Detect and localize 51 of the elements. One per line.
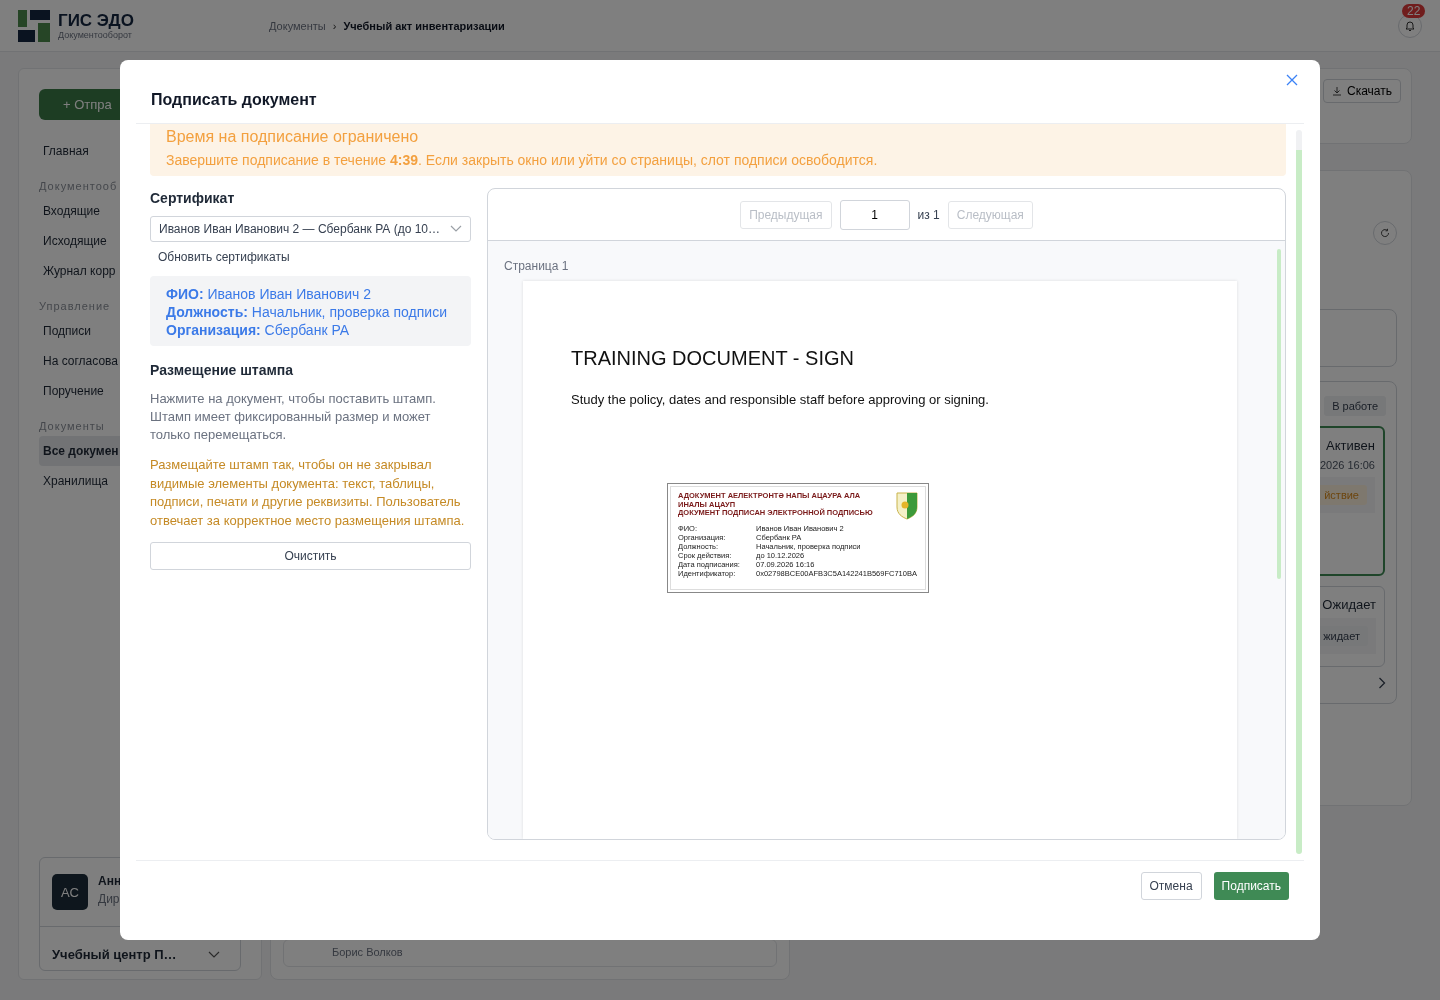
page-input[interactable]: 1 (839, 199, 910, 230)
signature-stamp[interactable] (667, 483, 929, 593)
bell-icon (1404, 19, 1416, 32)
sidebar-section-label: Документооб (39, 180, 118, 192)
refresh-certificates-link[interactable]: Обновить сертификаты (150, 242, 471, 264)
logo-icon (18, 9, 50, 42)
refresh-button[interactable] (1373, 221, 1397, 245)
warning-text: Завершите подписание в течение 4:39. Если закрыть окно или уйти со страницы, слот подписи освободится. (166, 152, 879, 168)
sign-button[interactable]: Подписать (1213, 872, 1289, 900)
status-tag: В работе (1324, 396, 1386, 416)
notification-badge: 22 (1402, 3, 1426, 18)
step-status: Ожидает (1322, 597, 1376, 612)
clear-button[interactable]: Очистить (150, 542, 471, 570)
warning-title: Время на подписание ограничено (166, 128, 420, 146)
signer-info-line: Организация: Сбербанк РА (166, 322, 351, 338)
download-button[interactable]: Скачать (1323, 79, 1401, 103)
page-total: из 1 (917, 207, 940, 222)
step-status: Активен (1326, 438, 1375, 453)
shield-icon (896, 492, 918, 520)
refresh-icon (1380, 228, 1390, 238)
document-title: TRAINING DOCUMENT - SIGN (571, 347, 855, 370)
sidebar-section-label: Документы (39, 420, 105, 432)
stamp-hint: Нажмите на документ, чтобы поставить штамп. Штамп имеет фиксированный размер и может только перемещаться. (150, 390, 437, 444)
stamp-placement-heading: Размещение штампа (150, 362, 295, 378)
user-avatar: АС (52, 874, 88, 910)
signer-info-line: Должность: Начальник, проверка подписи (166, 304, 448, 320)
stamp-warning: Размещайте штамп так, чтобы он не закрывал видимые элементы документа: текст, таблицы, подписи, печати и другие реквизиты. Пользователь отвечает за корректное место размещения штампа. (150, 456, 466, 530)
cancel-button[interactable]: Отмена (1140, 872, 1202, 900)
sidebar-section-label: Управление (39, 300, 111, 312)
breadcrumb-current: Учебный акт инвентаризации (343, 19, 505, 32)
dialog-title: Подписать документ (151, 90, 317, 109)
organization-select[interactable]: Учебный центр П… (40, 927, 240, 970)
chevron-down-icon (208, 950, 220, 959)
scroll-bar[interactable] (1277, 249, 1281, 579)
user-name: Анн (98, 874, 122, 888)
certificate-heading: Сертификат (150, 190, 236, 206)
document-text: Study the policy, dates and responsible staff before approving or signing. (571, 392, 990, 407)
signer-name: Борис Волков (332, 946, 403, 958)
step-date: .2026 16:06 (1316, 459, 1375, 471)
user-role: Дир (98, 892, 121, 906)
signer-info-line: ФИО: Иванов Иван Иванович 2 (166, 286, 373, 302)
chevron-down-icon (450, 225, 462, 233)
scroll-bar[interactable] (1296, 130, 1302, 854)
breadcrumb-link[interactable]: Документы (269, 19, 326, 32)
app-title: ГИС ЭДО (58, 11, 134, 30)
app-subtitle: Документооборот (58, 29, 133, 40)
chevron-right-icon[interactable] (1378, 677, 1386, 689)
certificate-select[interactable]: Иванов Иван Иванович 2 — Сбербанк РА (до 10… (150, 216, 471, 242)
page-label: Страница 1 (504, 259, 570, 273)
download-icon (1332, 86, 1342, 96)
breadcrumb-separator: › (332, 19, 337, 32)
